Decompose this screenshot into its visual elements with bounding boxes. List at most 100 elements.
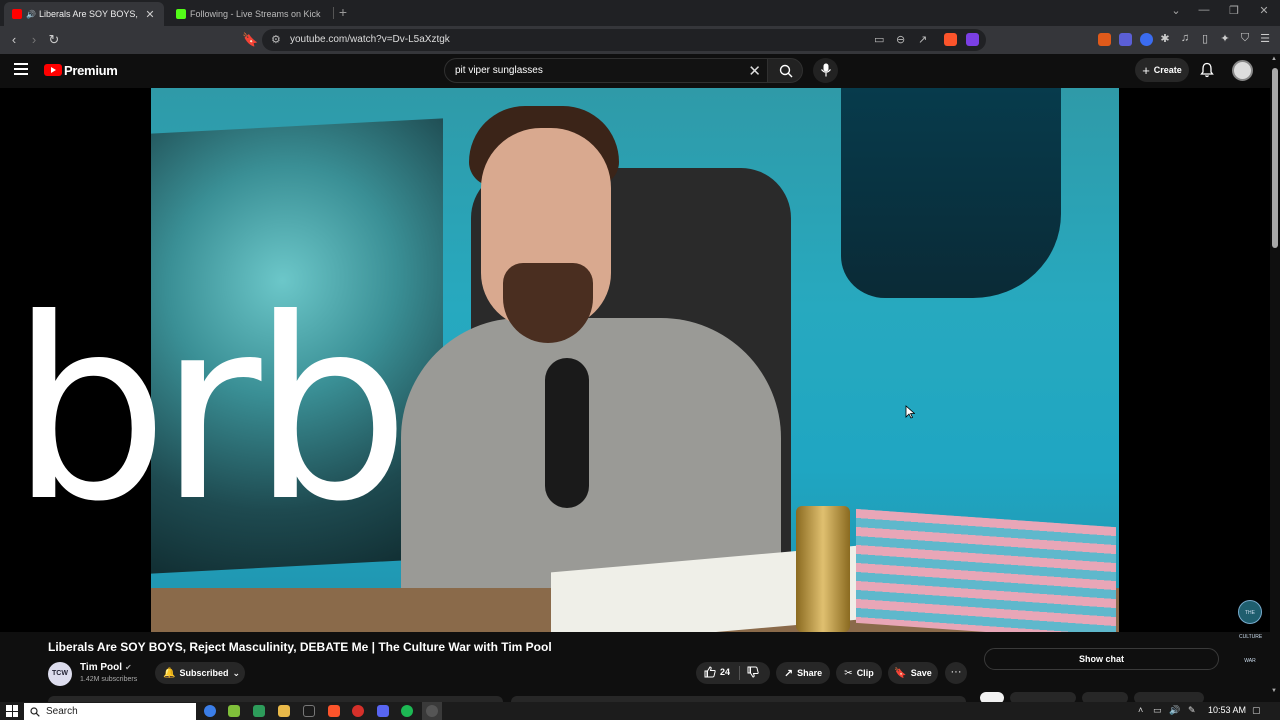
- clip-button[interactable]: ✂ Clip: [836, 662, 882, 684]
- leo-ai-icon[interactable]: ✦: [1218, 32, 1232, 45]
- scrollbar-thumb[interactable]: [1272, 68, 1278, 248]
- voice-search-button[interactable]: [813, 58, 838, 83]
- bookmark-save-icon: 🔖: [894, 667, 907, 679]
- channel-avatar[interactable]: TCW: [48, 662, 72, 686]
- youtube-favicon-icon: [12, 9, 22, 19]
- search-input[interactable]: pit viper sunglasses ✕: [444, 58, 768, 83]
- youtube-masthead: Premium pit viper sunglasses ✕ + Create: [0, 54, 1280, 88]
- chip-topic[interactable]: [1134, 692, 1204, 702]
- share-page-icon[interactable]: ↗: [918, 33, 927, 46]
- scroll-up-icon[interactable]: ▲: [1271, 56, 1277, 62]
- mouse-cursor-icon: [905, 405, 915, 419]
- taskbar-brave-icon[interactable]: [328, 705, 340, 717]
- create-button[interactable]: + Create: [1135, 58, 1189, 82]
- cast-icon[interactable]: ▭: [874, 33, 884, 46]
- taskbar-search-box[interactable]: Search: [24, 703, 196, 720]
- tab-youtube-video[interactable]: 🔊 Liberals Are SOY BOYS, Rejec ✕: [4, 2, 164, 26]
- tab-divider: [333, 7, 334, 19]
- reload-icon[interactable]: ↻: [46, 32, 62, 48]
- like-button[interactable]: 24: [704, 666, 730, 678]
- media-icon[interactable]: ♫: [1178, 32, 1192, 44]
- close-window-icon[interactable]: ✕: [1254, 4, 1274, 17]
- windows-start-icon[interactable]: [6, 705, 18, 717]
- extension-circle-icon[interactable]: [1140, 33, 1153, 46]
- restore-icon[interactable]: ❐: [1224, 4, 1244, 17]
- taskbar-spotify-icon[interactable]: [401, 705, 413, 717]
- chip-from-channel[interactable]: [1010, 692, 1076, 702]
- video-can: [796, 506, 850, 632]
- tray-pen-icon[interactable]: ✎: [1188, 705, 1196, 716]
- bell-ringing-icon: 🔔: [163, 667, 176, 679]
- back-icon[interactable]: ‹: [6, 32, 22, 47]
- speaker-icon[interactable]: 🔊: [26, 10, 36, 19]
- share-arrow-icon: ↗: [783, 667, 794, 680]
- channel-watermark[interactable]: THE CULTURE WAR: [1238, 600, 1262, 664]
- extensions-icon[interactable]: ✱: [1158, 32, 1172, 45]
- tab-search-chevron-icon[interactable]: ⌄: [1166, 4, 1186, 17]
- youtube-premium-wordmark[interactable]: Premium: [64, 63, 118, 78]
- taskbar-clock[interactable]: 10:53 AM: [1208, 705, 1246, 715]
- brave-shields-icon[interactable]: [944, 33, 957, 46]
- taskbar-obs-icon[interactable]: [426, 705, 438, 717]
- tray-network-icon[interactable]: ▭: [1153, 705, 1162, 716]
- page-scrollbar[interactable]: ▲ ▼: [1270, 54, 1280, 702]
- taskbar-terminal-icon[interactable]: [303, 705, 315, 717]
- guide-menu-icon[interactable]: [14, 63, 28, 75]
- taskbar-discord-icon[interactable]: [377, 705, 389, 717]
- save-button[interactable]: 🔖 Save: [888, 662, 938, 684]
- taskbar-opera-icon[interactable]: [352, 705, 364, 717]
- chip-related[interactable]: [1082, 692, 1128, 702]
- extension-fox-icon[interactable]: [1098, 33, 1111, 46]
- show-chat-button[interactable]: Show chat: [984, 648, 1219, 670]
- tab-kick-following[interactable]: Following - Live Streams on Kick: [168, 2, 332, 26]
- bookmark-icon[interactable]: 🔖: [242, 32, 258, 48]
- thumbs-up-icon: [704, 666, 716, 678]
- search-button[interactable]: [767, 58, 803, 83]
- taskbar-store-icon[interactable]: [253, 705, 265, 717]
- notification-center-icon[interactable]: ▢: [1252, 705, 1261, 716]
- forward-icon[interactable]: ›: [26, 32, 42, 47]
- share-label: Share: [797, 668, 823, 678]
- tab-label: Liberals Are SOY BOYS, Rejec: [38, 9, 140, 19]
- subscribed-button[interactable]: 🔔 Subscribed ⌄: [155, 662, 245, 684]
- subscribed-label: Subscribed: [179, 668, 229, 678]
- extension-cloud-icon[interactable]: [1119, 33, 1132, 46]
- microphone-icon: [821, 63, 831, 77]
- clip-label: Clip: [856, 668, 874, 678]
- tray-volume-icon[interactable]: 🔊: [1169, 705, 1180, 716]
- more-actions-button[interactable]: ···: [945, 662, 967, 684]
- plus-icon: +: [1142, 62, 1150, 78]
- taskbar-spark-icon[interactable]: [228, 705, 240, 717]
- brb-overlay-text: brb: [10, 265, 410, 556]
- brave-rewards-icon[interactable]: [966, 33, 979, 46]
- scroll-down-icon[interactable]: ▼: [1271, 688, 1277, 694]
- close-tab-icon[interactable]: ✕: [144, 8, 156, 21]
- browser-menu-icon[interactable]: ☰: [1258, 32, 1272, 45]
- zoom-icon[interactable]: ⊖: [896, 33, 905, 46]
- vpn-icon[interactable]: ⛉: [1238, 32, 1252, 45]
- tray-overflow-icon[interactable]: ˄: [1138, 705, 1143, 715]
- minimize-icon[interactable]: —: [1194, 4, 1214, 16]
- channel-name-row[interactable]: Tim Pool ✔: [80, 662, 132, 673]
- share-button[interactable]: ↗ Share: [776, 662, 830, 684]
- youtube-logo-icon[interactable]: [44, 64, 62, 76]
- taskbar-file-explorer-icon[interactable]: [278, 705, 290, 717]
- thumbs-down-icon[interactable]: [747, 666, 759, 678]
- clear-search-icon[interactable]: ✕: [748, 62, 761, 80]
- account-avatar[interactable]: [1232, 60, 1253, 81]
- address-bar[interactable]: ⚙ youtube.com/watch?v=Dv-L5aXztgk ▭ ⊖ ↗: [262, 29, 986, 51]
- chip-all[interactable]: [980, 692, 1004, 702]
- search-query: pit viper sunglasses: [455, 65, 543, 76]
- browser-toolbar: ‹ › ↻ 🔖 ⚙ youtube.com/watch?v=Dv-L5aXztg…: [0, 26, 1280, 54]
- like-dislike-group: 24: [696, 662, 770, 684]
- site-info-icon[interactable]: ⚙: [271, 33, 281, 46]
- notifications-bell-icon[interactable]: [1200, 62, 1214, 78]
- like-count: 24: [720, 667, 731, 677]
- video-player[interactable]: brb THE CULTURE WAR: [0, 88, 1270, 664]
- channel-name[interactable]: Tim Pool: [80, 662, 122, 673]
- sidebar-icon[interactable]: ▯: [1198, 32, 1212, 45]
- like-divider: [739, 666, 740, 680]
- address-url: youtube.com/watch?v=Dv-L5aXztgk: [290, 34, 450, 45]
- new-tab-icon[interactable]: +: [336, 4, 350, 20]
- taskbar-chrome-icon[interactable]: [204, 705, 216, 717]
